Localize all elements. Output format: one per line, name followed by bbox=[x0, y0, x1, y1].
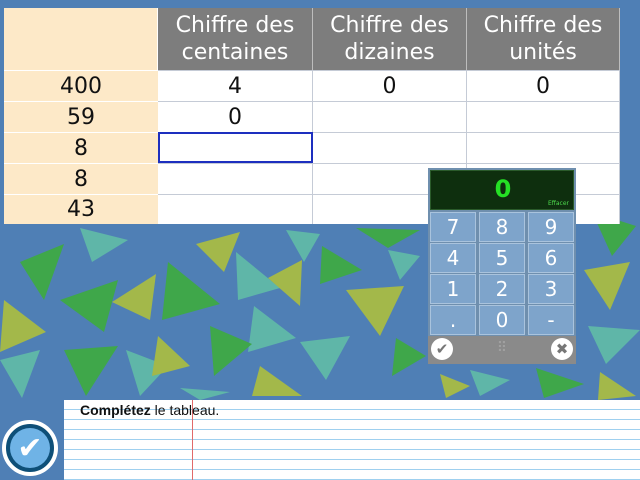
answer-cell[interactable] bbox=[158, 163, 313, 194]
key-9[interactable]: 9 bbox=[528, 212, 574, 242]
check-circle-icon[interactable]: ✔ bbox=[431, 338, 453, 360]
answer-cell[interactable] bbox=[313, 132, 467, 163]
answer-cell[interactable]: 0 bbox=[313, 70, 467, 101]
answer-cell[interactable] bbox=[313, 101, 467, 132]
answer-cell[interactable]: 0 bbox=[158, 101, 313, 132]
header-hundreds: Chiffre des centaines bbox=[158, 8, 313, 70]
numeric-keypad: 0 Effacer 7 8 9 4 5 6 1 2 3 . 0 - ✔ ⠿ ✖ bbox=[428, 168, 576, 364]
header-tens: Chiffre des dizaines bbox=[313, 8, 467, 70]
clear-button[interactable]: Effacer bbox=[548, 200, 569, 207]
instruction-text: Complétez le tableau. bbox=[80, 402, 219, 418]
key-minus[interactable]: - bbox=[528, 305, 574, 335]
validate-button[interactable]: ✔ bbox=[2, 420, 58, 476]
row-number-label: 8 bbox=[4, 163, 158, 194]
answer-cell[interactable] bbox=[158, 194, 313, 224]
header-units: Chiffre des unités bbox=[467, 8, 620, 70]
key-7[interactable]: 7 bbox=[430, 212, 476, 242]
keypad-footer: ✔ ⠿ ✖ bbox=[428, 336, 576, 364]
key-5[interactable]: 5 bbox=[479, 243, 525, 273]
key-8[interactable]: 8 bbox=[479, 212, 525, 242]
keypad-display-value: 0 bbox=[494, 175, 512, 203]
answer-cell[interactable]: 0 bbox=[467, 70, 620, 101]
key-0[interactable]: 0 bbox=[479, 305, 525, 335]
key-1[interactable]: 1 bbox=[430, 274, 476, 304]
answer-cell[interactable] bbox=[467, 132, 620, 163]
answer-cell-active[interactable] bbox=[158, 132, 313, 163]
answer-cell[interactable]: 4 bbox=[158, 70, 313, 101]
key-decimal[interactable]: . bbox=[430, 305, 476, 335]
instruction-bold: Complétez bbox=[80, 402, 151, 418]
row-number-label: 43 bbox=[4, 194, 158, 224]
instruction-rest: le tableau. bbox=[150, 402, 220, 418]
key-3[interactable]: 3 bbox=[528, 274, 574, 304]
row-number-label: 400 bbox=[4, 70, 158, 101]
drag-handle-icon[interactable]: ⠿ bbox=[483, 340, 521, 358]
keypad-display: 0 Effacer bbox=[430, 170, 574, 210]
key-4[interactable]: 4 bbox=[430, 243, 476, 273]
answer-cell[interactable] bbox=[467, 101, 620, 132]
row-number-label: 8 bbox=[4, 132, 158, 163]
table-corner-cell bbox=[4, 8, 158, 70]
key-6[interactable]: 6 bbox=[528, 243, 574, 273]
close-circle-icon[interactable]: ✖ bbox=[551, 338, 573, 360]
checkmark-icon: ✔ bbox=[10, 428, 50, 468]
row-number-label: 59 bbox=[4, 101, 158, 132]
key-2[interactable]: 2 bbox=[479, 274, 525, 304]
